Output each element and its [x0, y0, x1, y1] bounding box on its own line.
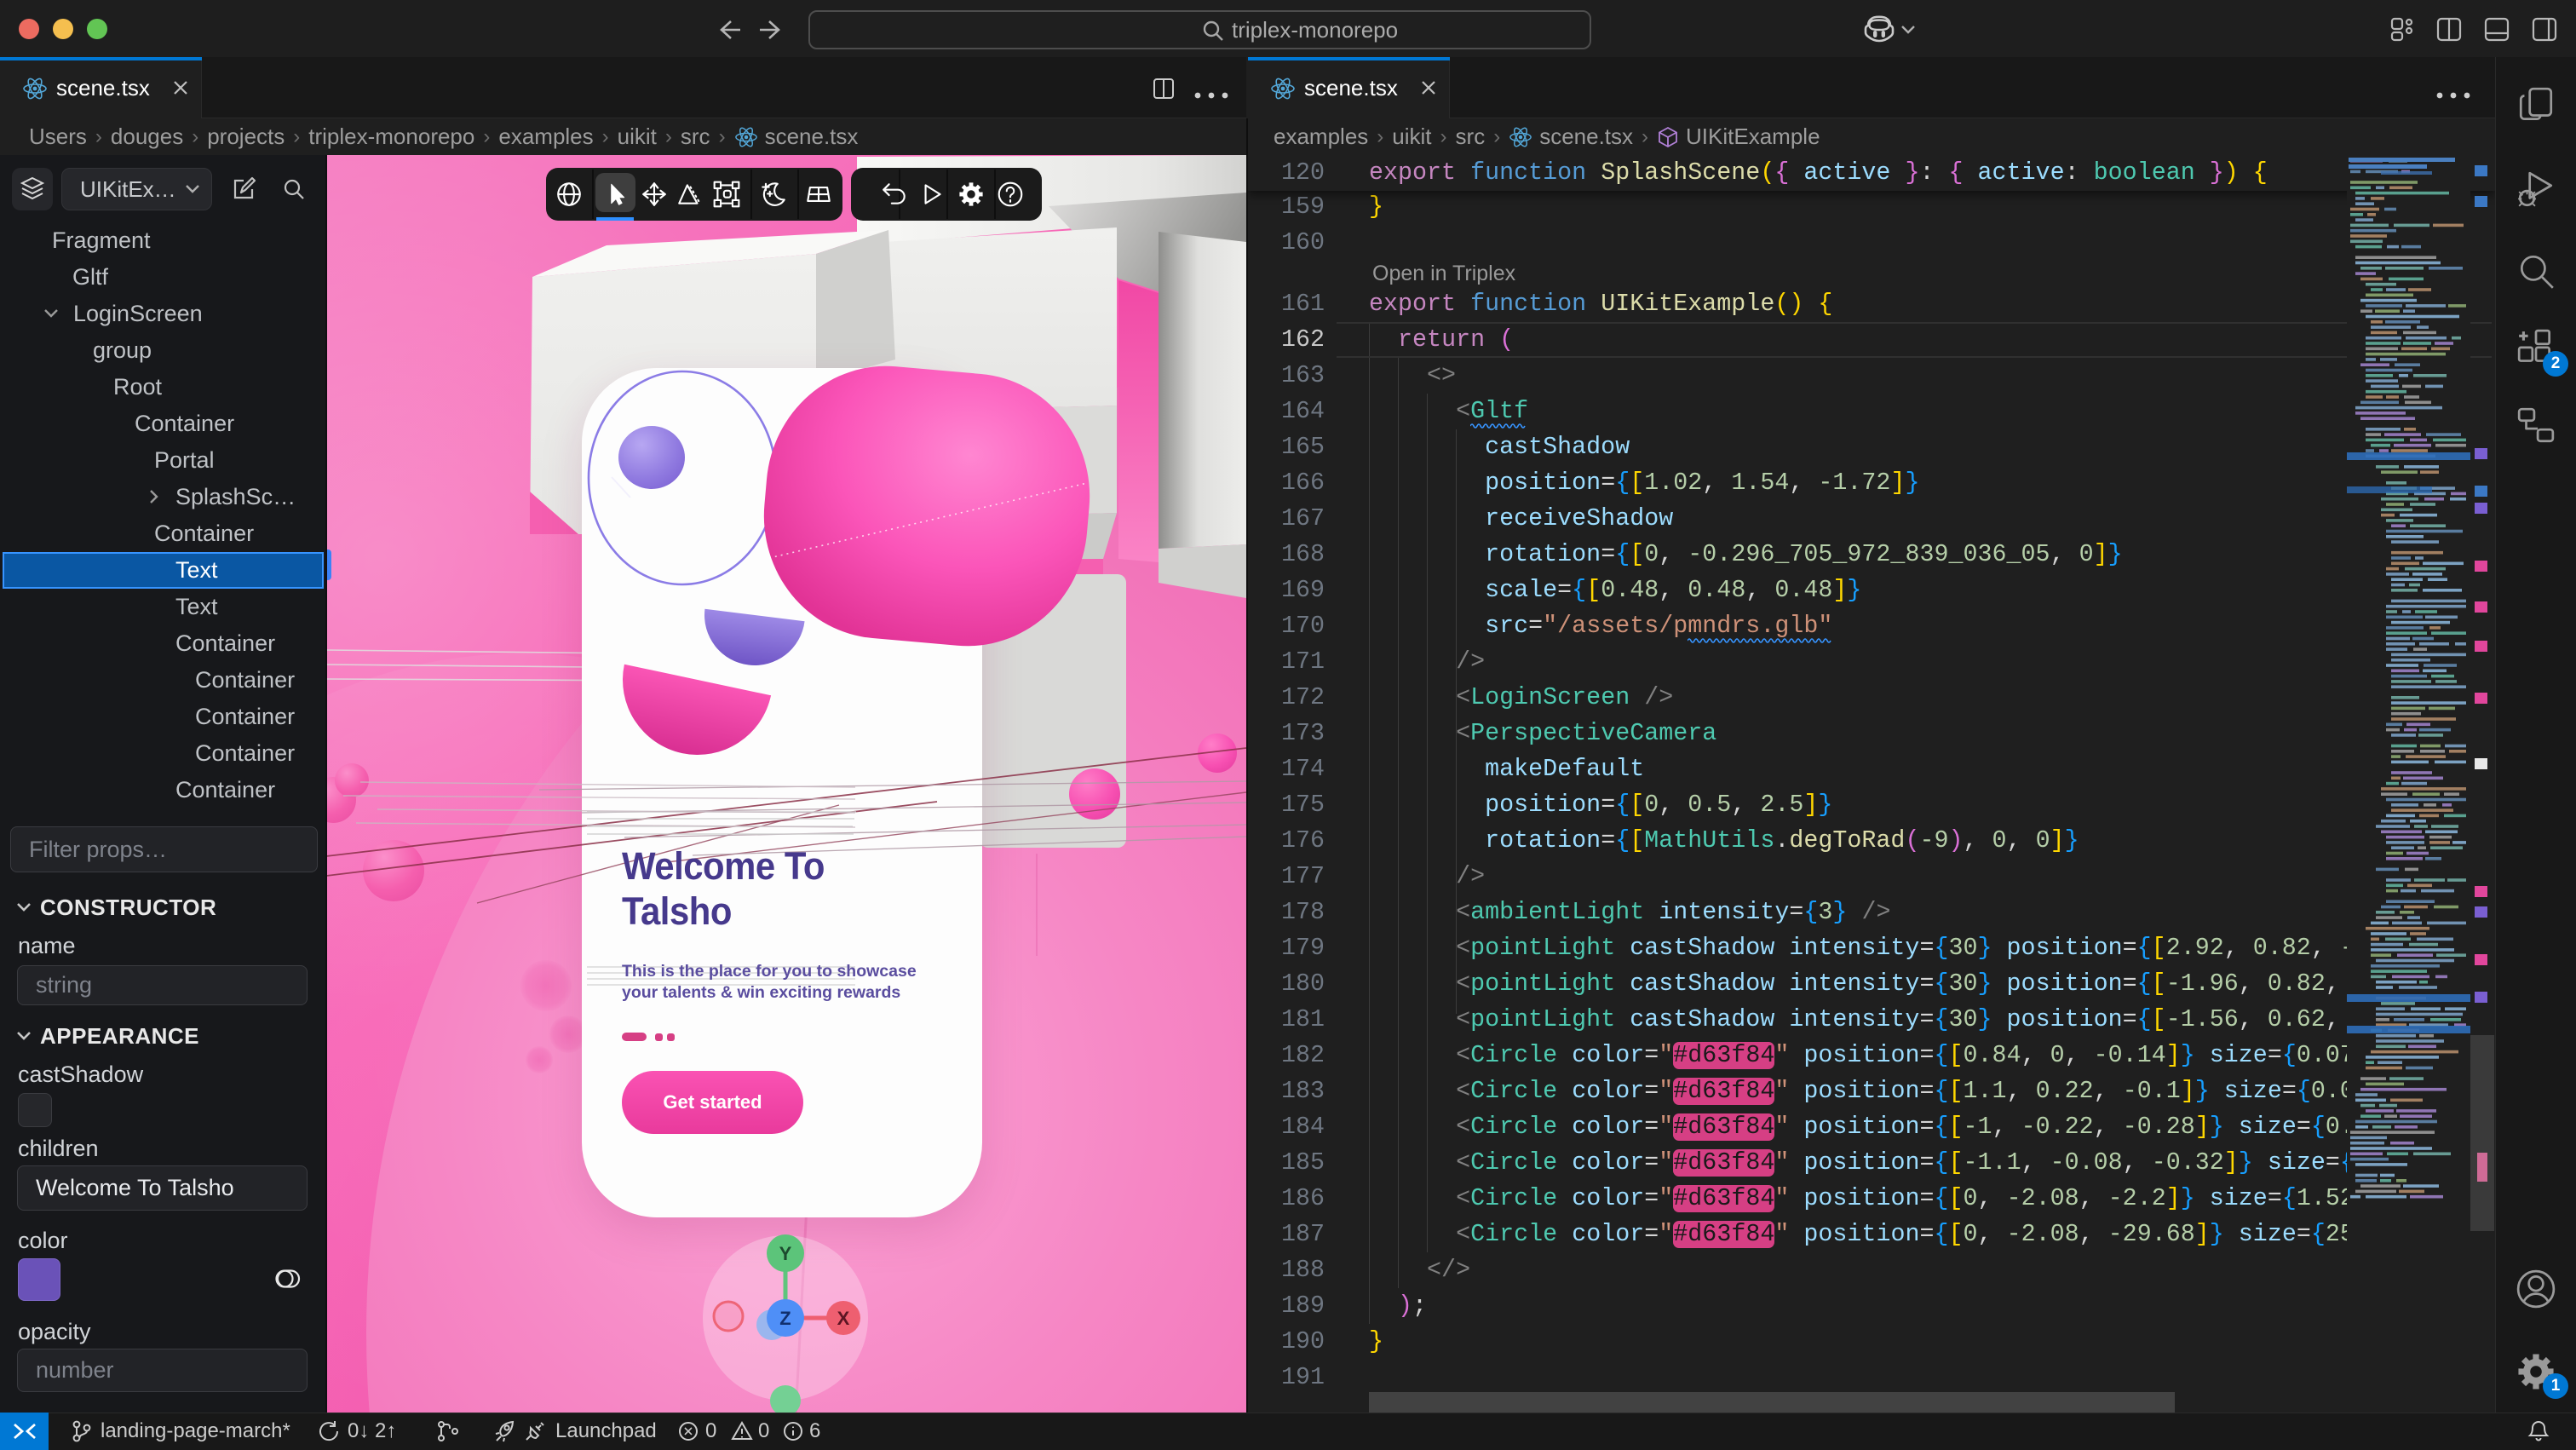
- svg-text:Z: Z: [779, 1308, 791, 1329]
- svg-text:Y: Y: [779, 1243, 792, 1264]
- svg-text:X: X: [837, 1308, 850, 1329]
